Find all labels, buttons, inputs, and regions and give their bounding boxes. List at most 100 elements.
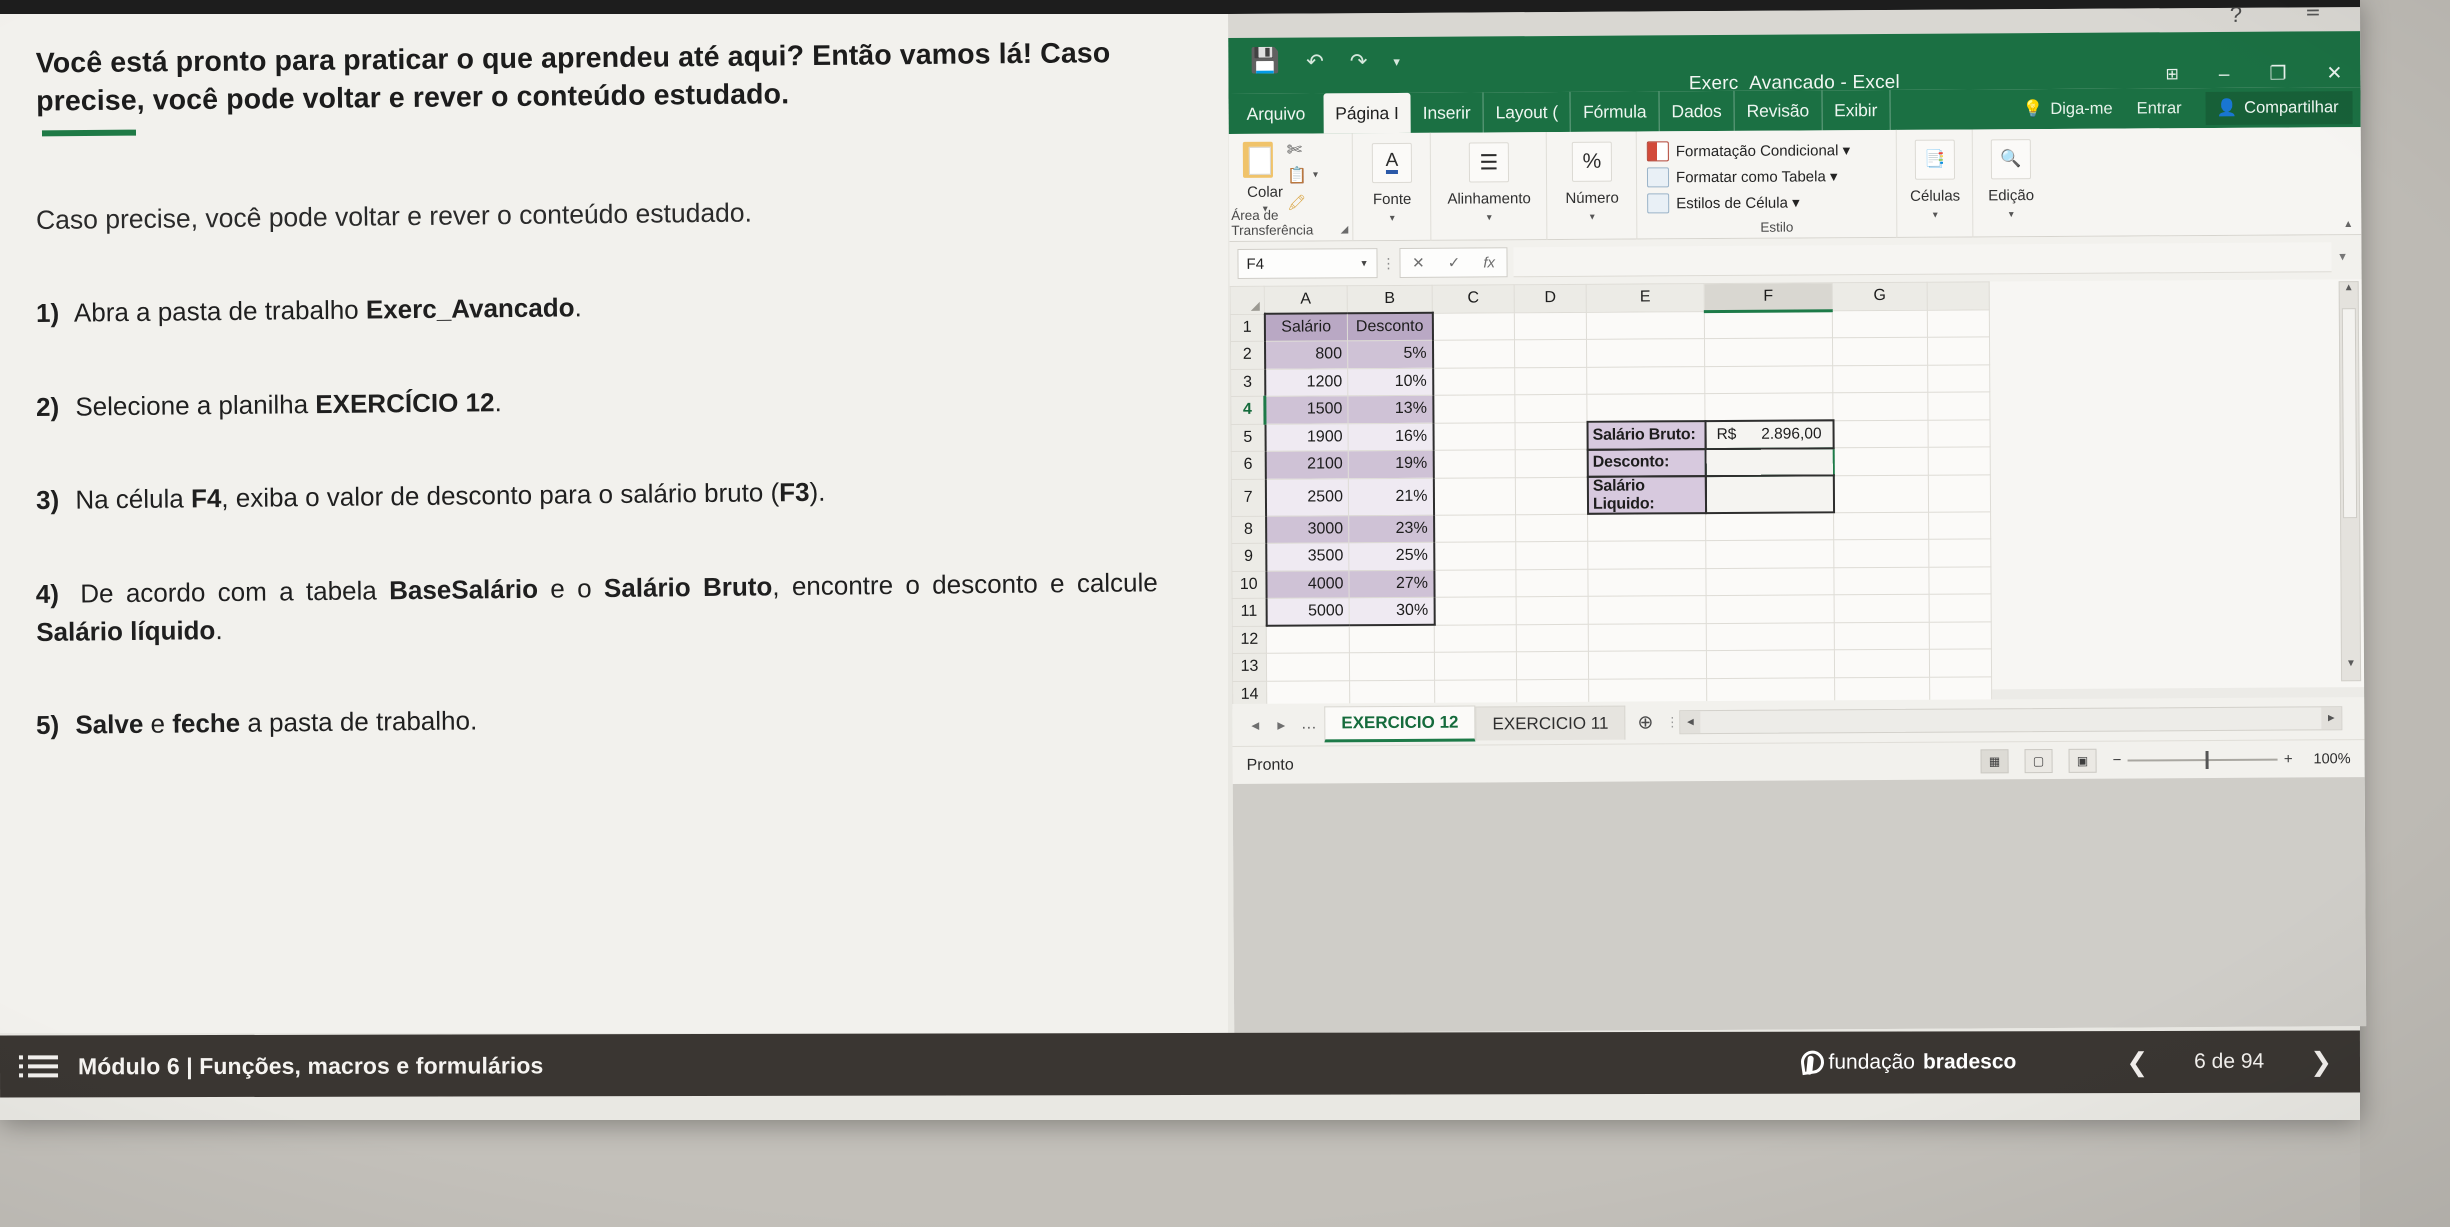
ribbon-options-icon[interactable]: ⊞ xyxy=(2165,64,2179,84)
cell-d7[interactable] xyxy=(1515,476,1588,515)
cell-e9[interactable] xyxy=(1587,540,1706,569)
cell-a3[interactable]: 1200 xyxy=(1264,368,1348,397)
cell-d11[interactable] xyxy=(1516,596,1589,625)
cell-h10[interactable] xyxy=(1928,566,1992,595)
cell-a8[interactable]: 3000 xyxy=(1265,515,1349,544)
zoom-slider[interactable]: − + xyxy=(2113,751,2293,769)
cells-caret-icon[interactable]: ▾ xyxy=(1897,209,1973,221)
expand-formula-bar-icon[interactable]: ▼ xyxy=(2331,251,2353,263)
cell-h2[interactable] xyxy=(1927,336,1990,365)
cell-e1[interactable] xyxy=(1586,311,1705,340)
cell-d13[interactable] xyxy=(1516,651,1589,680)
number-caret-icon[interactable]: ▾ xyxy=(1547,212,1637,224)
cell-f12[interactable] xyxy=(1706,622,1835,651)
cell-c6[interactable] xyxy=(1433,449,1516,478)
next-page-icon[interactable]: ❯ xyxy=(2310,1046,2332,1077)
vertical-scrollbar[interactable]: ▲ ▼ xyxy=(2338,281,2362,682)
cell-b9[interactable]: 25% xyxy=(1348,542,1434,571)
alignment-caret-icon[interactable]: ▾ xyxy=(1431,212,1547,224)
cell-e6-desconto-label[interactable]: Desconto: xyxy=(1586,447,1707,478)
undo-icon[interactable]: ↶ xyxy=(1306,50,1324,73)
cell-g6[interactable] xyxy=(1833,447,1929,476)
share-button[interactable]: 👤 Compartilhar xyxy=(2205,90,2353,125)
cell-c13[interactable] xyxy=(1434,651,1517,680)
cell-b7[interactable]: 21% xyxy=(1348,477,1434,516)
cell-a6[interactable]: 2100 xyxy=(1265,450,1349,479)
cell-d8[interactable] xyxy=(1515,513,1588,542)
row-header-8[interactable]: 8 xyxy=(1231,515,1266,544)
cell-c2[interactable] xyxy=(1432,339,1515,368)
cell-f1[interactable] xyxy=(1704,310,1833,339)
cell-b11[interactable]: 30% xyxy=(1349,597,1435,626)
cell-e8[interactable] xyxy=(1587,513,1706,542)
sign-in-link[interactable]: Entrar xyxy=(2137,99,2182,118)
zoom-in-icon[interactable]: + xyxy=(2284,751,2293,768)
cell-f4[interactable] xyxy=(1704,392,1833,422)
column-header-g[interactable]: G xyxy=(1832,282,1928,311)
cell-e12[interactable] xyxy=(1588,623,1707,652)
cell-g3[interactable] xyxy=(1832,364,1928,393)
cell-f9[interactable] xyxy=(1705,539,1834,569)
cell-g13[interactable] xyxy=(1834,649,1930,678)
maximize-button[interactable]: ❐ xyxy=(2269,63,2286,84)
cell-g2[interactable] xyxy=(1832,337,1928,366)
cell-h13[interactable] xyxy=(1929,648,1992,677)
cell-h3[interactable] xyxy=(1927,364,1990,393)
zoom-track[interactable] xyxy=(2127,750,2278,769)
list-menu-icon[interactable] xyxy=(27,1055,59,1078)
cell-d10[interactable] xyxy=(1515,568,1589,597)
cell-styles-button[interactable]: Estilos de Célula ▾ xyxy=(1647,192,1896,214)
cell-f7-salario-liquido-value[interactable] xyxy=(1704,474,1835,515)
prev-page-icon[interactable]: ❮ xyxy=(2126,1046,2148,1077)
cell-h4[interactable] xyxy=(1927,391,1990,420)
cell-b13[interactable] xyxy=(1349,652,1435,681)
tab-revisao[interactable]: Revisão xyxy=(1734,90,1823,131)
cells-icon[interactable]: 📑 xyxy=(1914,139,1956,180)
cell-h6[interactable] xyxy=(1928,446,1991,475)
scroll-up-icon[interactable]: ▲ xyxy=(2340,282,2358,304)
cell-h5[interactable] xyxy=(1927,419,1991,448)
cut-scissors-icon[interactable]: ✄ xyxy=(1287,140,1302,161)
cell-e5-salario-bruto-label[interactable]: Salário Bruto: xyxy=(1585,420,1707,451)
font-color-icon[interactable]: A xyxy=(1371,142,1413,184)
page-break-preview-icon[interactable]: ▣ xyxy=(2068,748,2097,773)
cell-c10[interactable] xyxy=(1433,569,1517,598)
cell-a11[interactable]: 5000 xyxy=(1266,597,1350,626)
percent-icon[interactable]: % xyxy=(1571,141,1613,182)
cell-d9[interactable] xyxy=(1515,541,1588,570)
cell-g12[interactable] xyxy=(1834,621,1930,650)
cell-a5[interactable]: 1900 xyxy=(1265,423,1349,452)
cell-e11[interactable] xyxy=(1588,595,1707,624)
row-header-2[interactable]: 2 xyxy=(1230,341,1265,369)
align-icon[interactable]: ☰ xyxy=(1468,142,1510,183)
zoom-knob[interactable] xyxy=(2205,750,2209,769)
cell-f2[interactable] xyxy=(1704,337,1833,367)
cell-g1[interactable] xyxy=(1832,309,1928,338)
scroll-down-icon[interactable]: ▼ xyxy=(2342,658,2360,680)
cell-b5[interactable]: 16% xyxy=(1348,422,1434,451)
column-header-b[interactable]: B xyxy=(1347,285,1433,314)
sheet-tab-exercicio-11[interactable]: EXERCICIO 11 xyxy=(1475,705,1626,741)
tab-dados[interactable]: Dados xyxy=(1659,90,1735,132)
cell-f10[interactable] xyxy=(1705,567,1835,596)
cell-c11[interactable] xyxy=(1434,596,1517,625)
cell-a12[interactable] xyxy=(1266,625,1350,654)
cell-b10[interactable]: 27% xyxy=(1348,569,1435,598)
cell-d6[interactable] xyxy=(1515,449,1588,478)
cell-a13[interactable] xyxy=(1266,652,1350,681)
cell-f5-salario-bruto-value[interactable]: R$ 2.896,00 xyxy=(1703,419,1835,450)
horizontal-scrollbar[interactable]: ◄ ► xyxy=(1679,706,2343,735)
ribbon-display-options-icon[interactable]: ≡ xyxy=(2306,7,2320,24)
close-button[interactable]: ✕ xyxy=(2326,63,2342,84)
tab-inserir[interactable]: Inserir xyxy=(1410,92,1484,133)
zoom-out-icon[interactable]: − xyxy=(2113,752,2122,769)
clipboard-icon[interactable] xyxy=(1242,141,1274,178)
cell-g9[interactable] xyxy=(1833,539,1929,568)
tab-layout[interactable]: Layout ( xyxy=(1483,91,1572,133)
name-box-chevron-down-icon[interactable]: ▼ xyxy=(1360,258,1369,268)
tell-me-box[interactable]: 💡 Diga-me xyxy=(2023,99,2113,119)
zoom-level[interactable]: 100% xyxy=(2309,751,2350,767)
customize-quick-access-icon[interactable]: ▾ xyxy=(1393,53,1400,68)
select-all-corner[interactable] xyxy=(1230,286,1265,314)
tab-arquivo[interactable]: Arquivo xyxy=(1232,93,1323,134)
